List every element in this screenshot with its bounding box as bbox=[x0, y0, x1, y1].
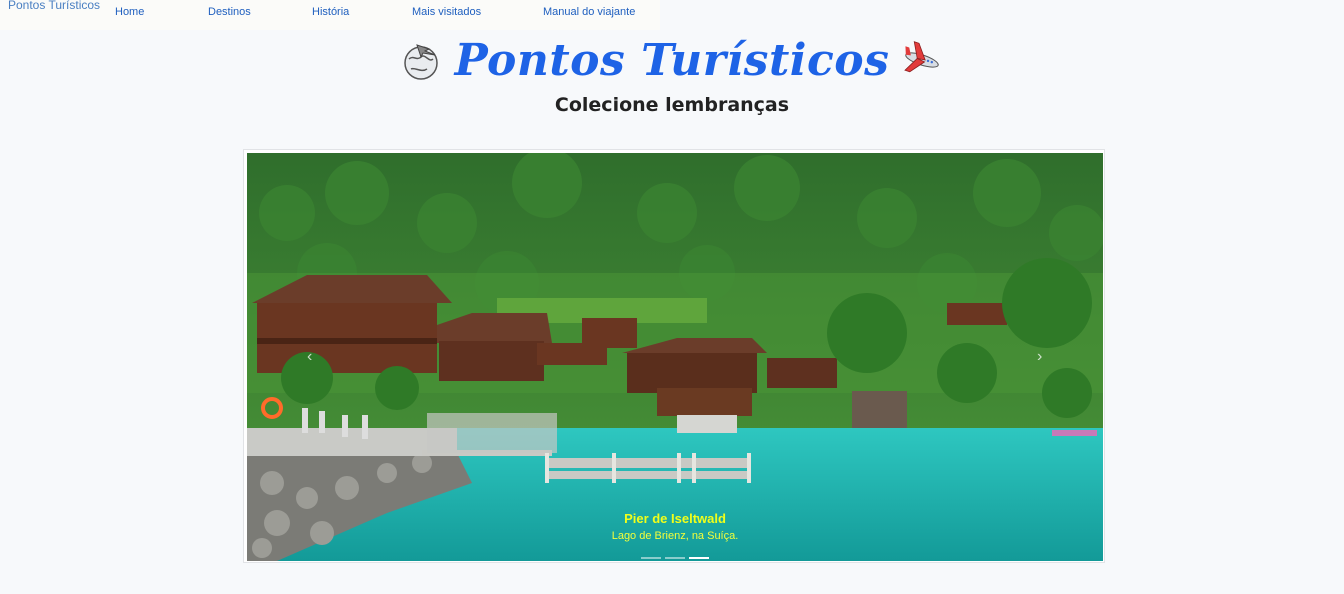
nav-item-destinos[interactable]: Destinos bbox=[208, 6, 251, 18]
hero-header: Pontos Turísticos bbox=[0, 30, 1344, 90]
nav-item-manual-do-viajante[interactable]: Manual do viajante bbox=[543, 6, 635, 18]
nav-item-historia[interactable]: História bbox=[312, 6, 349, 18]
carousel-indicators bbox=[641, 557, 709, 559]
caption-title: Pier de Iseltwald bbox=[624, 511, 726, 526]
carousel-prev-icon[interactable]: ‹ bbox=[307, 348, 312, 366]
globe-plane-icon bbox=[399, 37, 445, 83]
carousel-slide-image: Pier de Iseltwald Lago de Brienz, na Suí… bbox=[247, 153, 1103, 561]
navbar-brand[interactable]: Pontos Turísticos bbox=[8, 0, 100, 12]
airplane-icon bbox=[899, 37, 945, 83]
caption-text: Lago de Brienz, na Suíça. bbox=[611, 530, 739, 542]
carousel-caption: Pier de Iseltwald Lago de Brienz, na Suí… bbox=[247, 511, 1103, 542]
top-navbar: Pontos Turísticos Home Destinos História… bbox=[0, 0, 660, 30]
image-carousel[interactable]: Pier de Iseltwald Lago de Brienz, na Suí… bbox=[243, 149, 1105, 563]
carousel-next-icon[interactable]: › bbox=[1037, 348, 1042, 366]
page-subtitle: Colecione lembranças bbox=[554, 94, 790, 116]
nav-item-mais-visitados[interactable]: Mais visitados bbox=[412, 6, 481, 18]
carousel-indicator-3[interactable] bbox=[689, 557, 709, 559]
carousel-indicator-2[interactable] bbox=[665, 557, 685, 559]
page-title: Pontos Turísticos bbox=[454, 34, 890, 86]
carousel-indicator-1[interactable] bbox=[641, 557, 661, 559]
nav-item-home[interactable]: Home bbox=[115, 6, 144, 18]
